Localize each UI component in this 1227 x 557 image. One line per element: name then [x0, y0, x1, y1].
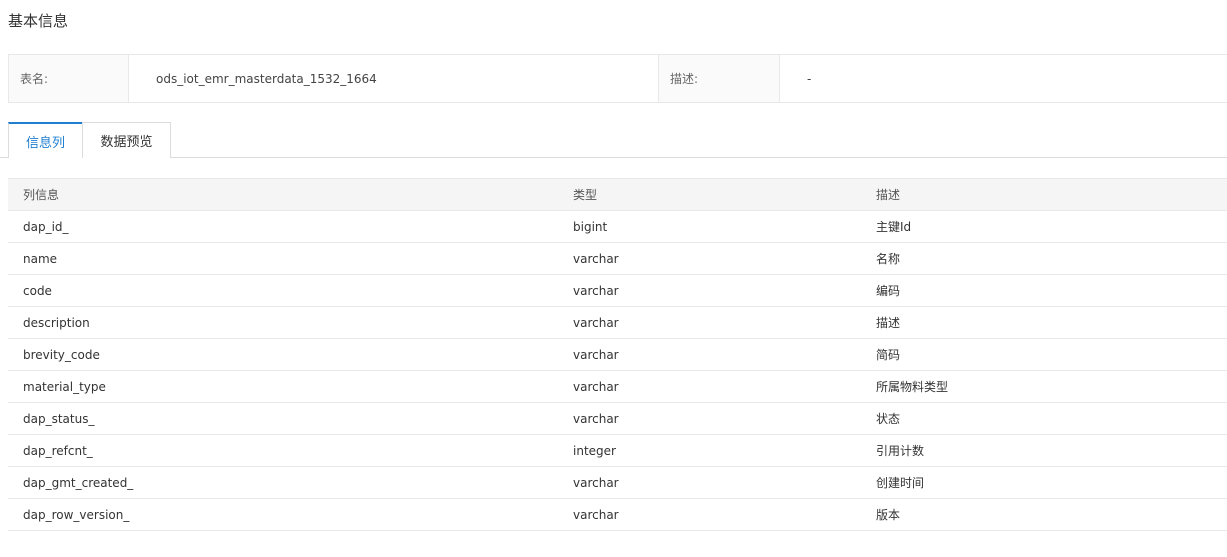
- table-row[interactable]: dap_gmt_created_ varchar 创建时间: [8, 466, 1227, 499]
- cell-description: 主键Id: [876, 210, 1227, 243]
- cell-type: varchar: [573, 306, 876, 339]
- table-row[interactable]: dap_status_ varchar 状态: [8, 402, 1227, 435]
- columns-table: 列信息 类型 描述 dap_id_ bigint 主键Id name varch…: [8, 178, 1227, 531]
- tab-column-info[interactable]: 信息列: [8, 122, 83, 158]
- table-row[interactable]: material_type varchar 所属物料类型: [8, 370, 1227, 403]
- table-header-row: 列信息 类型 描述: [8, 178, 1227, 211]
- cell-description: 简码: [876, 338, 1227, 371]
- cell-description: 引用计数: [876, 434, 1227, 467]
- cell-description: 编码: [876, 274, 1227, 307]
- table-name-label: 表名:: [9, 55, 129, 102]
- description-label: 描述:: [659, 55, 780, 102]
- table-row[interactable]: dap_refcnt_ integer 引用计数: [8, 434, 1227, 467]
- cell-column-name: dap_id_: [8, 210, 573, 243]
- table-info-box: 表名: ods_iot_emr_masterdata_1532_1664 描述:…: [8, 54, 1227, 103]
- cell-column-name: brevity_code: [8, 338, 573, 371]
- table-row[interactable]: dap_id_ bigint 主键Id: [8, 210, 1227, 243]
- cell-type: varchar: [573, 274, 876, 307]
- cell-description: 名称: [876, 242, 1227, 275]
- cell-description: 创建时间: [876, 466, 1227, 499]
- cell-type: varchar: [573, 338, 876, 371]
- cell-column-name: code: [8, 274, 573, 307]
- header-type[interactable]: 类型: [573, 178, 876, 211]
- table-row[interactable]: dap_row_version_ varchar 版本: [8, 498, 1227, 531]
- cell-type: varchar: [573, 402, 876, 435]
- cell-column-name: dap_row_version_: [8, 498, 573, 531]
- cell-column-name: material_type: [8, 370, 573, 403]
- cell-description: 版本: [876, 498, 1227, 531]
- tab-data-preview[interactable]: 数据预览: [82, 122, 171, 158]
- description-value: -: [807, 71, 812, 86]
- cell-type: varchar: [573, 242, 876, 275]
- table-row[interactable]: brevity_code varchar 简码: [8, 338, 1227, 371]
- cell-description: 状态: [876, 402, 1227, 435]
- cell-type: bigint: [573, 210, 876, 243]
- header-description[interactable]: 描述: [876, 178, 1227, 211]
- table-row[interactable]: code varchar 编码: [8, 274, 1227, 307]
- table-name-value: ods_iot_emr_masterdata_1532_1664: [129, 55, 659, 102]
- cell-type: varchar: [573, 466, 876, 499]
- cell-type: integer: [573, 434, 876, 467]
- cell-column-name: dap_status_: [8, 402, 573, 435]
- table-row[interactable]: name varchar 名称: [8, 242, 1227, 275]
- header-column-info[interactable]: 列信息: [8, 178, 573, 211]
- cell-column-name: name: [8, 242, 573, 275]
- cell-description: 描述: [876, 306, 1227, 339]
- cell-column-name: description: [8, 306, 573, 339]
- section-title: 基本信息: [8, 12, 69, 30]
- cell-type: varchar: [573, 370, 876, 403]
- tab-bar: 信息列 数据预览: [0, 122, 1227, 158]
- cell-column-name: dap_gmt_created_: [8, 466, 573, 499]
- cell-type: varchar: [573, 498, 876, 531]
- table-row[interactable]: description varchar 描述: [8, 306, 1227, 339]
- cell-column-name: dap_refcnt_: [8, 434, 573, 467]
- cell-description: 所属物料类型: [876, 370, 1227, 403]
